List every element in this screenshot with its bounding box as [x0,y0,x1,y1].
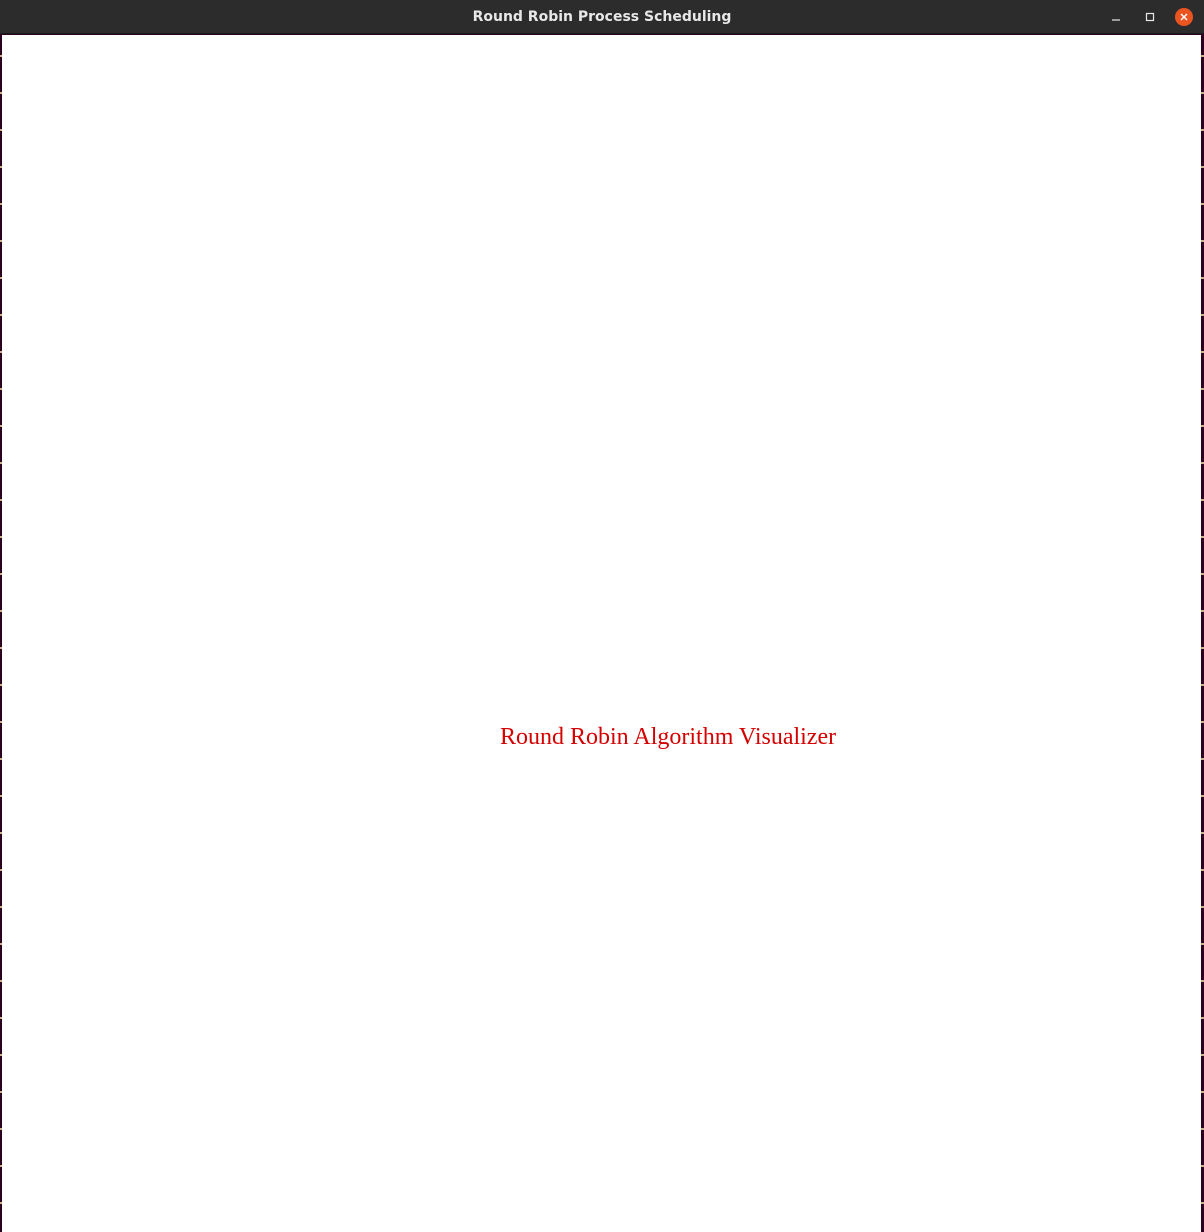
title-bar[interactable]: Round Robin Process Scheduling [0,0,1204,34]
maximize-button[interactable] [1140,7,1160,27]
maximize-icon [1145,12,1155,22]
close-button[interactable] [1174,7,1194,27]
drawing-canvas[interactable] [2,35,1201,1232]
close-button-circle [1175,8,1193,26]
minimize-icon [1112,19,1120,21]
minimize-button[interactable] [1106,7,1126,27]
visualizer-title: Round Robin Algorithm Visualizer [500,724,837,750]
window-controls [1106,0,1194,34]
close-icon [1180,13,1188,21]
window-title: Round Robin Process Scheduling [472,9,732,25]
app-window: Round Robin Process Scheduling Round Rob… [0,0,1204,1232]
